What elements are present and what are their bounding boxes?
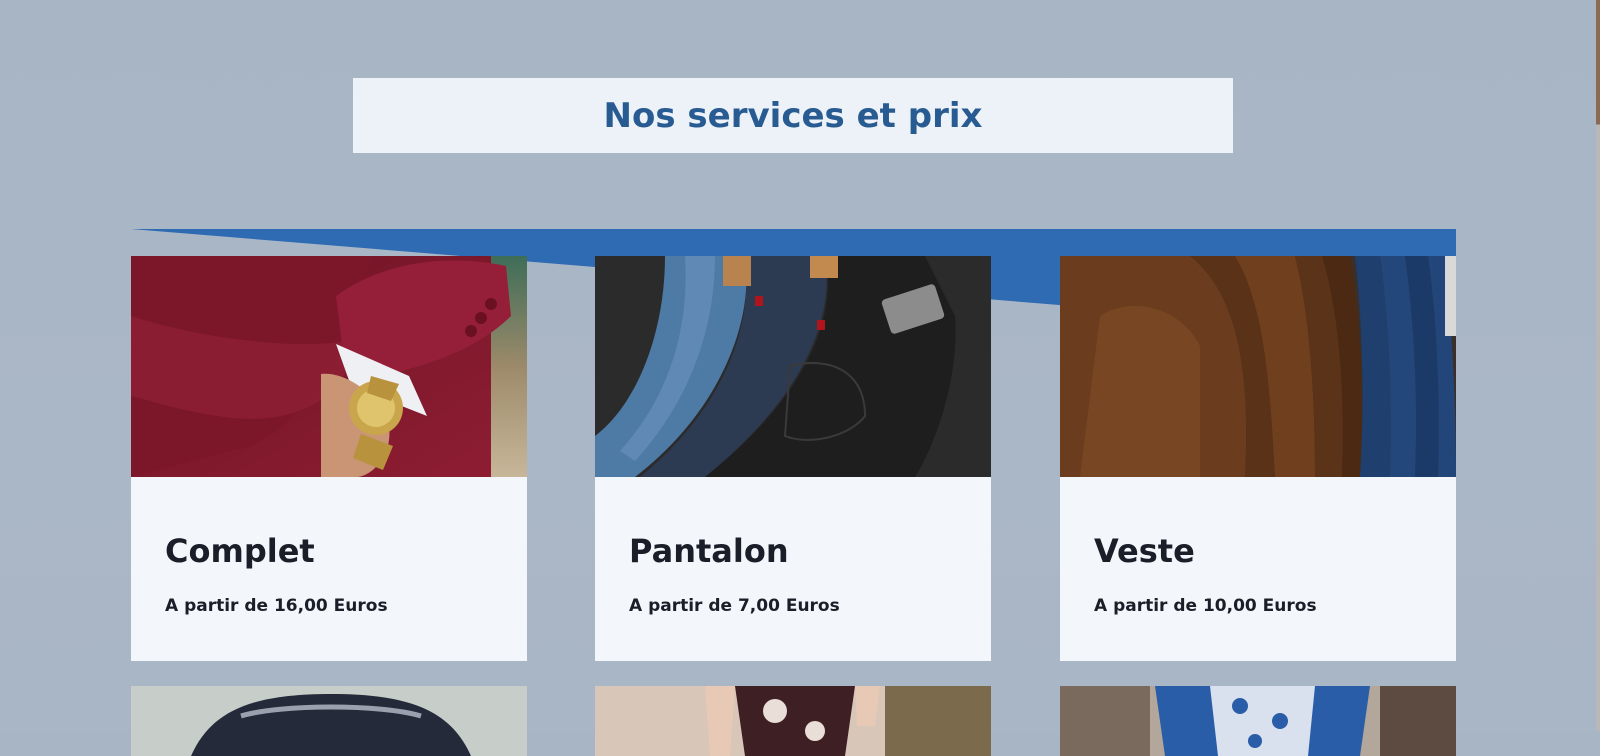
service-card-next-3[interactable] [1060,686,1456,756]
service-card-next-2[interactable] [595,686,991,756]
service-image-floral-dress [595,686,991,756]
service-price: A partir de 16,00 Euros [165,596,388,616]
service-price: A partir de 10,00 Euros [1094,596,1317,616]
service-card-complet[interactable]: Complet A partir de 16,00 Euros [131,256,527,661]
section-title: Nos services et prix [603,95,983,136]
service-card-veste[interactable]: Veste A partir de 10,00 Euros [1060,256,1456,661]
service-card-next-1[interactable] [131,686,527,756]
section-title-box: Nos services et prix [353,78,1233,153]
services-page: Nos services et prix Complet A partir de… [0,0,1600,756]
service-name: Pantalon [629,532,789,570]
service-price: A partir de 7,00 Euros [629,596,840,616]
service-image-sweater [131,686,527,756]
service-image-jackets [1060,256,1456,477]
service-name: Complet [165,532,315,570]
service-image-blue-dress [1060,686,1456,756]
service-image-suit [131,256,527,477]
scrollbar-edge[interactable] [1596,0,1600,731]
service-card-pantalon[interactable]: Pantalon A partir de 7,00 Euros [595,256,991,661]
service-name: Veste [1094,532,1195,570]
service-image-jeans [595,256,991,477]
